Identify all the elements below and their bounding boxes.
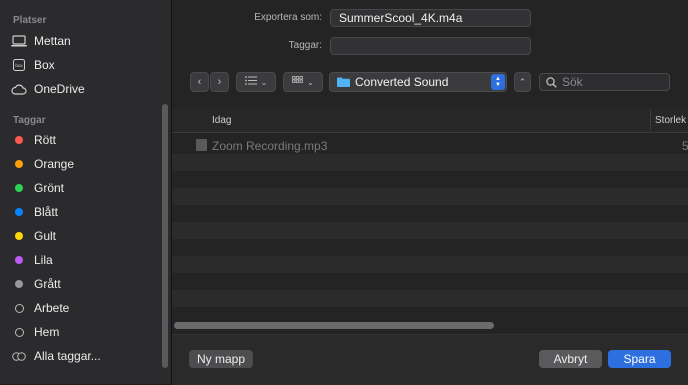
sidebar-item-label: Alla taggar...: [34, 349, 101, 363]
sidebar-item-label: Rött: [34, 133, 57, 147]
sidebar: Platser Mettan box Box OneDrive Taggar R…: [0, 0, 172, 384]
sidebar-item-label: Gult: [34, 229, 57, 243]
cancel-button[interactable]: Avbryt: [539, 350, 602, 368]
sidebar-tag-orange[interactable]: Orange: [8, 153, 158, 175]
list-icon: [244, 76, 257, 88]
sidebar-item-label: Lila: [34, 253, 53, 267]
green-tag-icon: [15, 184, 23, 192]
sidebar-item-label: Blått: [34, 205, 59, 219]
list-row: [172, 154, 688, 171]
list-row: [172, 205, 688, 222]
sidebar-tag-gray[interactable]: Grått: [8, 273, 158, 295]
file-row[interactable]: Zoom Recording.mp3 5: [172, 137, 688, 154]
list-row: [172, 290, 688, 307]
updown-icon: ▲ ▼: [491, 74, 505, 90]
orange-tag-icon: [15, 160, 23, 168]
file-name: Zoom Recording.mp3: [212, 139, 328, 153]
purple-tag-icon: [15, 256, 23, 264]
sidebar-item-label: Orange: [34, 157, 75, 171]
audio-file-icon: [196, 139, 207, 151]
blue-tag-icon: [15, 208, 23, 216]
export-as-field[interactable]: SummerScool_4K.m4a: [330, 9, 531, 27]
sidebar-tag-green[interactable]: Grönt: [8, 177, 158, 199]
new-folder-button[interactable]: Ny mapp: [189, 350, 253, 368]
sidebar-all-tags[interactable]: Alla taggar...: [8, 345, 158, 367]
sidebar-item-label: Grått: [34, 277, 61, 291]
sidebar-tag-blue[interactable]: Blått: [8, 201, 158, 223]
empty-tag-icon: [14, 303, 24, 313]
list-row: [172, 256, 688, 273]
sidebar-section-tags: Taggar: [13, 115, 46, 126]
forward-button[interactable]: ›: [210, 72, 229, 92]
sidebar-tag-work[interactable]: Arbete: [8, 297, 158, 319]
search-input[interactable]: Sök: [539, 73, 670, 91]
sidebar-scrollbar[interactable]: [162, 104, 168, 368]
chevron-down-icon: ⌄: [307, 77, 314, 87]
box-icon: box: [8, 59, 30, 71]
column-divider: [650, 110, 651, 130]
list-row: [172, 239, 688, 256]
list-header: Idag Storlek: [172, 108, 688, 133]
yellow-tag-icon: [15, 232, 23, 240]
list-view-button[interactable]: ⌄: [236, 72, 276, 92]
list-row: [172, 222, 688, 239]
save-button[interactable]: Spara: [608, 350, 671, 368]
sidebar-item-box[interactable]: box Box: [8, 54, 158, 76]
location-popup[interactable]: Converted Sound ▲ ▼: [329, 72, 507, 92]
save-dialog-main: Exportera som: SummerScool_4K.m4a Taggar…: [172, 0, 688, 385]
empty-tag-icon: [14, 327, 24, 337]
file-size: 5: [682, 139, 688, 153]
back-button[interactable]: ‹: [190, 72, 209, 92]
list-row: [172, 273, 688, 290]
grid-icon: [292, 75, 304, 89]
horizontal-scrollbar[interactable]: [174, 322, 494, 329]
location-label: Converted Sound: [355, 75, 449, 89]
laptop-icon: [8, 35, 30, 47]
svg-text:box: box: [15, 63, 23, 68]
chevron-down-icon: ⌄: [260, 77, 268, 87]
column-header-date[interactable]: Idag: [212, 115, 231, 126]
sidebar-item-onedrive[interactable]: OneDrive: [8, 78, 158, 100]
grid-view-button[interactable]: ⌄: [283, 72, 323, 92]
red-tag-icon: [15, 136, 23, 144]
sidebar-item-label: Arbete: [34, 301, 70, 315]
chevron-up-icon: ⌃: [518, 76, 527, 87]
sidebar-tag-yellow[interactable]: Gult: [8, 225, 158, 247]
column-header-size[interactable]: Storlek: [655, 115, 686, 126]
search-placeholder: Sök: [562, 75, 583, 89]
export-as-label: Exportera som:: [254, 12, 322, 23]
chevron-left-icon: ‹: [197, 76, 202, 88]
gray-tag-icon: [15, 280, 23, 288]
sidebar-item-label: Hem: [34, 325, 60, 339]
sidebar-tag-home[interactable]: Hem: [8, 321, 158, 343]
list-row: [172, 188, 688, 205]
sidebar-section-places: Platser: [13, 15, 47, 26]
cloud-icon: [8, 84, 30, 95]
sidebar-item-label: OneDrive: [34, 82, 85, 96]
tags-label: Taggar:: [288, 40, 322, 51]
sidebar-item-label: Mettan: [34, 34, 71, 48]
bottom-bar: Ny mapp Avbryt Spara: [172, 334, 688, 385]
file-list: Idag Storlek Zoom Recording.mp3 5: [172, 108, 688, 334]
search-icon: [546, 76, 557, 88]
chevron-right-icon: ›: [217, 76, 222, 88]
sidebar-tag-purple[interactable]: Lila: [8, 249, 158, 271]
all-tags-icon: [8, 351, 30, 361]
list-row: [172, 171, 688, 188]
sidebar-item-label: Grönt: [34, 181, 65, 195]
sidebar-item-label: Box: [34, 58, 55, 72]
tags-field[interactable]: [330, 37, 531, 55]
sidebar-item-mettan[interactable]: Mettan: [8, 30, 158, 52]
collapse-button[interactable]: ⌃: [514, 72, 531, 92]
sidebar-tag-red[interactable]: Rött: [8, 129, 158, 151]
folder-icon: [337, 77, 350, 87]
